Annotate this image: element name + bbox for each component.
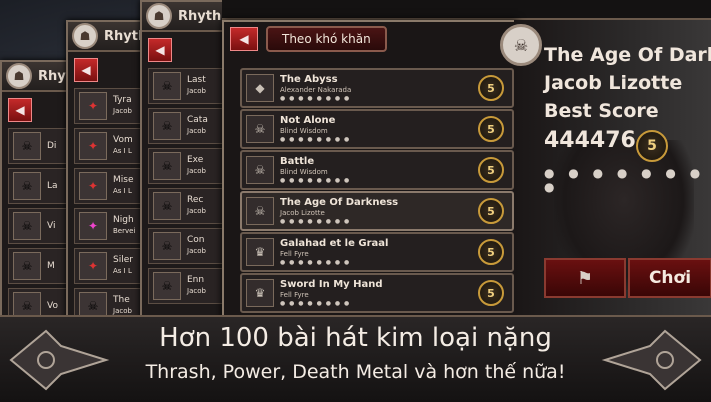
song-thumb-icon: ✦ [79, 132, 107, 160]
song-row[interactable]: ♛ Galahad et le Graal Fell Fyre ● ● ● ● ● … [240, 232, 514, 272]
song-thumb-icon: ✦ [79, 252, 107, 280]
difficulty-coin-icon: 5 [478, 239, 504, 265]
best-score-value: 444476 [544, 128, 636, 153]
detail-song-title: The Age Of Dark [544, 44, 711, 66]
song-art-icon: ☠ [246, 156, 274, 184]
promo-banner: Hơn 100 bài hát kim loại nặng Thrash, Po… [0, 315, 711, 402]
song-title: Sword In My Hand [280, 278, 383, 290]
rating-dots: ● ● ● ● ● ● ● ● [280, 176, 351, 184]
skull-emblem-icon: ☠ [500, 24, 542, 66]
song-row[interactable]: ◆ The Abyss Alexander Nakarada ● ● ● ● ● ●… [240, 68, 514, 108]
back-button[interactable]: ◀ [230, 27, 258, 51]
song-row[interactable]: ☠ Battle Blind Wisdom ● ● ● ● ● ● ● ● 5 [240, 150, 514, 190]
banner-headline: Hơn 100 bài hát kim loại nặng [159, 323, 552, 353]
song-thumb-icon: ☠ [153, 112, 181, 140]
song-detail-panel: ☠ The Age Of Dark Jacob Lizotte Best Sco… [500, 20, 711, 320]
song-list-header: ◀ Theo khó khăn [224, 22, 516, 56]
song-art-icon: ☠ [246, 115, 274, 143]
song-art-icon: ☠ [246, 197, 274, 225]
play-button[interactable]: Chơi [628, 258, 711, 298]
app-logo-icon: ☗ [6, 63, 32, 89]
song-row[interactable]: ♛ Sword In My Hand Fell Fyre ● ● ● ● ● ● ●… [240, 273, 514, 313]
difficulty-coin-icon: 5 [478, 116, 504, 142]
song-artist: Jacob Lizotte [280, 208, 325, 217]
song-list-panel: ◀ Theo khó khăn ◆ The Abyss Alexander Nak… [222, 20, 518, 324]
song-title: The Abyss [280, 73, 338, 85]
difficulty-coin-icon: 5 [478, 198, 504, 224]
song-thumb-icon: ☠ [13, 172, 41, 200]
song-title: Battle [280, 155, 315, 167]
flag-icon: ⚑ [576, 267, 594, 289]
song-thumb-icon: ☠ [153, 152, 181, 180]
song-artist: Fell Fyre [280, 249, 309, 258]
back-button[interactable]: ◀ [148, 38, 172, 62]
rating-dots: ● ● ● ● ● ● ● ● [280, 94, 351, 102]
difficulty-coin-icon: 5 [478, 157, 504, 183]
difficulty-coin-icon: 5 [636, 130, 668, 162]
app-logo-icon: ☗ [72, 23, 98, 49]
rating-dots: ● ● ● ● ● ● ● ● [280, 299, 351, 307]
rating-dots: ● ● ● ● ● ● ● ● [280, 217, 351, 225]
difficulty-coin-icon: 5 [478, 75, 504, 101]
panel-title: Rhyth [178, 8, 222, 24]
rating-dots: ● ● ● ● ● ● ● ● [280, 135, 351, 143]
song-art-icon: ♛ [246, 279, 274, 307]
back-button[interactable]: ◀ [8, 98, 32, 122]
best-score-label: Best Score [544, 100, 659, 122]
back-button[interactable]: ◀ [74, 58, 98, 82]
song-thumb-icon: ✦ [79, 172, 107, 200]
app-logo-icon: ☗ [146, 3, 172, 29]
rating-dots: ● ● ● ● ● ● ● ● [544, 166, 706, 194]
song-row[interactable]: ☠ Not Alone Blind Wisdom ● ● ● ● ● ● ● ● 5 [240, 109, 514, 149]
song-row-selected[interactable]: ☠ The Age Of Darkness Jacob Lizotte ● ● ● … [240, 191, 514, 231]
sort-by-difficulty-tab[interactable]: Theo khó khăn [266, 26, 387, 52]
song-art-icon: ◆ [246, 74, 274, 102]
song-thumb-icon: ☠ [153, 232, 181, 260]
banner-subline: Thrash, Power, Death Metal và hơn thế nữ… [145, 361, 566, 383]
song-thumb-icon: ✦ [79, 212, 107, 240]
song-title: Not Alone [280, 114, 336, 126]
song-artist: Blind Wisdom [280, 167, 328, 176]
song-artist: Fell Fyre [280, 290, 309, 299]
song-thumb-icon: ☠ [153, 72, 181, 100]
song-thumb-icon: ☠ [13, 252, 41, 280]
song-thumb-icon: ✦ [79, 92, 107, 120]
song-title: The Age Of Darkness [280, 196, 399, 208]
song-thumb-icon: ☠ [153, 272, 181, 300]
song-thumb-icon: ☠ [13, 132, 41, 160]
song-artist: Alexander Nakarada [280, 85, 352, 94]
detail-artist: Jacob Lizotte [544, 72, 683, 94]
song-thumb-icon: ☠ [13, 212, 41, 240]
rating-dots: ● ● ● ● ● ● ● ● [280, 258, 351, 266]
difficulty-coin-icon: 5 [478, 280, 504, 306]
song-title: Galahad et le Graal [280, 237, 389, 249]
leaderboard-flag-button[interactable]: ⚑ [544, 258, 626, 298]
song-art-icon: ♛ [246, 238, 274, 266]
song-thumb-icon: ☠ [153, 192, 181, 220]
top-header-strip [222, 0, 711, 20]
song-artist: Blind Wisdom [280, 126, 328, 135]
